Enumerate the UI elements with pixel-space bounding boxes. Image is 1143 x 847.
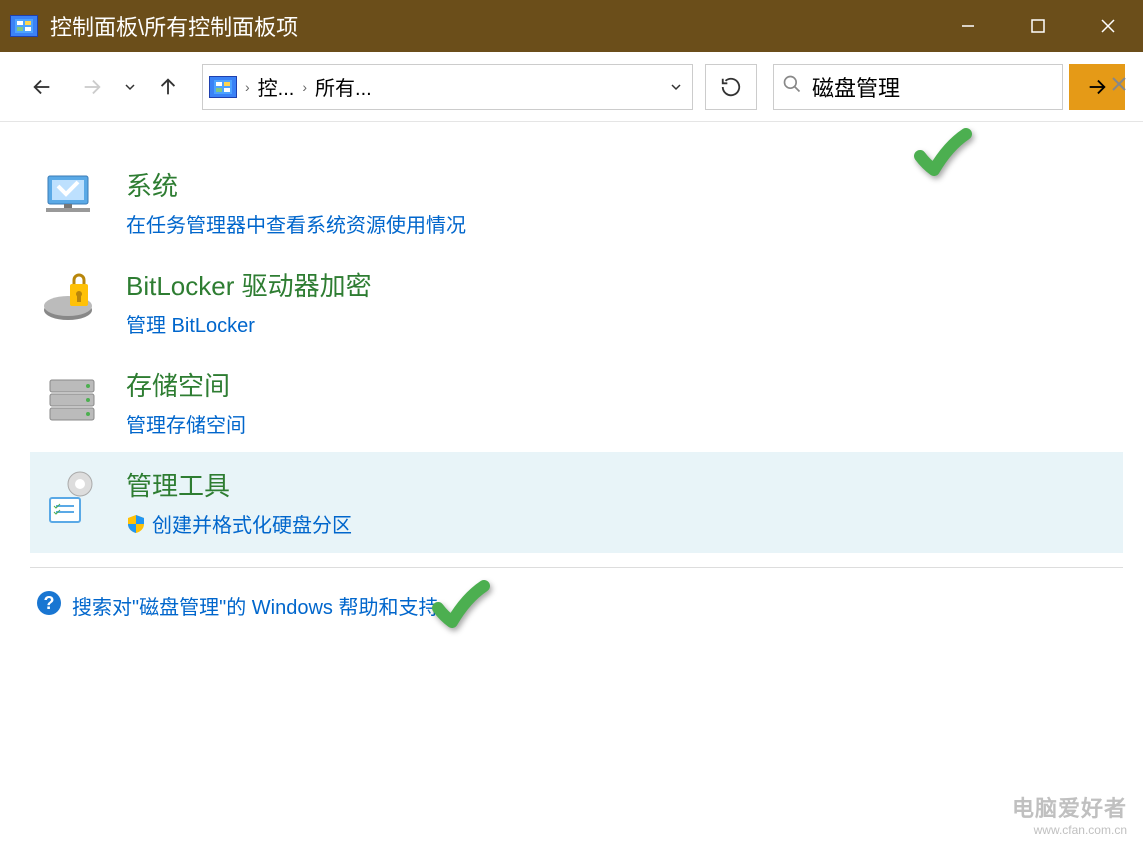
watermark: 电脑爱好者 www.cfan.com.cn (1012, 791, 1127, 837)
help-icon: ? (36, 590, 62, 621)
category-link[interactable]: 创建并格式化硬盘分区 (126, 509, 352, 538)
category-bitlocker[interactable]: BitLocker 驱动器加密 管理 BitLocker (30, 252, 1123, 352)
category-admin-tools[interactable]: 管理工具 创建并格式化硬盘分区 (30, 452, 1123, 553)
category-system[interactable]: 系统 在任务管理器中查看系统资源使用情况 (30, 152, 1123, 252)
help-text: 搜索对"磁盘管理"的 Windows 帮助和支持 (72, 591, 438, 620)
refresh-button[interactable] (705, 64, 757, 110)
history-dropdown[interactable] (120, 80, 140, 94)
address-dropdown[interactable] (666, 80, 686, 94)
minimize-button[interactable] (933, 0, 1003, 52)
storage-icon (40, 366, 104, 430)
category-storage[interactable]: 存储空间 管理存储空间 (30, 352, 1123, 452)
category-title: 管理工具 (126, 466, 1113, 503)
category-link[interactable]: 管理 BitLocker (126, 309, 255, 338)
category-link[interactable]: 管理存储空间 (126, 409, 246, 438)
admin-tools-icon (40, 466, 104, 530)
watermark-text-2: www.cfan.com.cn (1012, 823, 1127, 837)
up-button[interactable] (146, 65, 190, 109)
search-icon (782, 74, 802, 99)
category-title: 存储空间 (126, 366, 1113, 403)
category-title: BitLocker 驱动器加密 (126, 266, 1113, 303)
address-bar[interactable]: › 控... › 所有... (202, 64, 693, 110)
bitlocker-icon (40, 266, 104, 330)
svg-text:?: ? (44, 593, 55, 613)
forward-button[interactable] (70, 65, 114, 109)
category-title: 系统 (126, 166, 1113, 203)
content-area: 系统 在任务管理器中查看系统资源使用情况 BitLocker 驱动器加密 管理 … (0, 122, 1143, 847)
breadcrumb-item-1[interactable]: 控... (258, 72, 295, 101)
category-link-text: 创建并格式化硬盘分区 (152, 509, 352, 538)
toolbar: › 控... › 所有... (0, 52, 1143, 122)
breadcrumb-item-2[interactable]: 所有... (315, 72, 372, 101)
maximize-button[interactable] (1003, 0, 1073, 52)
search-input[interactable] (812, 74, 1100, 100)
search-box[interactable] (773, 64, 1063, 110)
breadcrumb-separator: › (245, 79, 250, 95)
help-search-line[interactable]: ? 搜索对"磁盘管理"的 Windows 帮助和支持 (30, 567, 1123, 631)
breadcrumb-separator: › (302, 79, 307, 95)
watermark-text-1: 电脑爱好者 (1012, 791, 1127, 823)
control-panel-breadcrumb-icon (209, 76, 237, 98)
clear-search-icon[interactable] (1110, 75, 1128, 98)
close-button[interactable] (1073, 0, 1143, 52)
system-icon (40, 166, 104, 230)
category-link[interactable]: 在任务管理器中查看系统资源使用情况 (126, 209, 466, 238)
title-bar: 控制面板\所有控制面板项 (0, 0, 1143, 52)
back-button[interactable] (20, 65, 64, 109)
window-title: 控制面板\所有控制面板项 (50, 10, 933, 42)
control-panel-icon (10, 15, 38, 37)
uac-shield-icon (126, 514, 146, 534)
